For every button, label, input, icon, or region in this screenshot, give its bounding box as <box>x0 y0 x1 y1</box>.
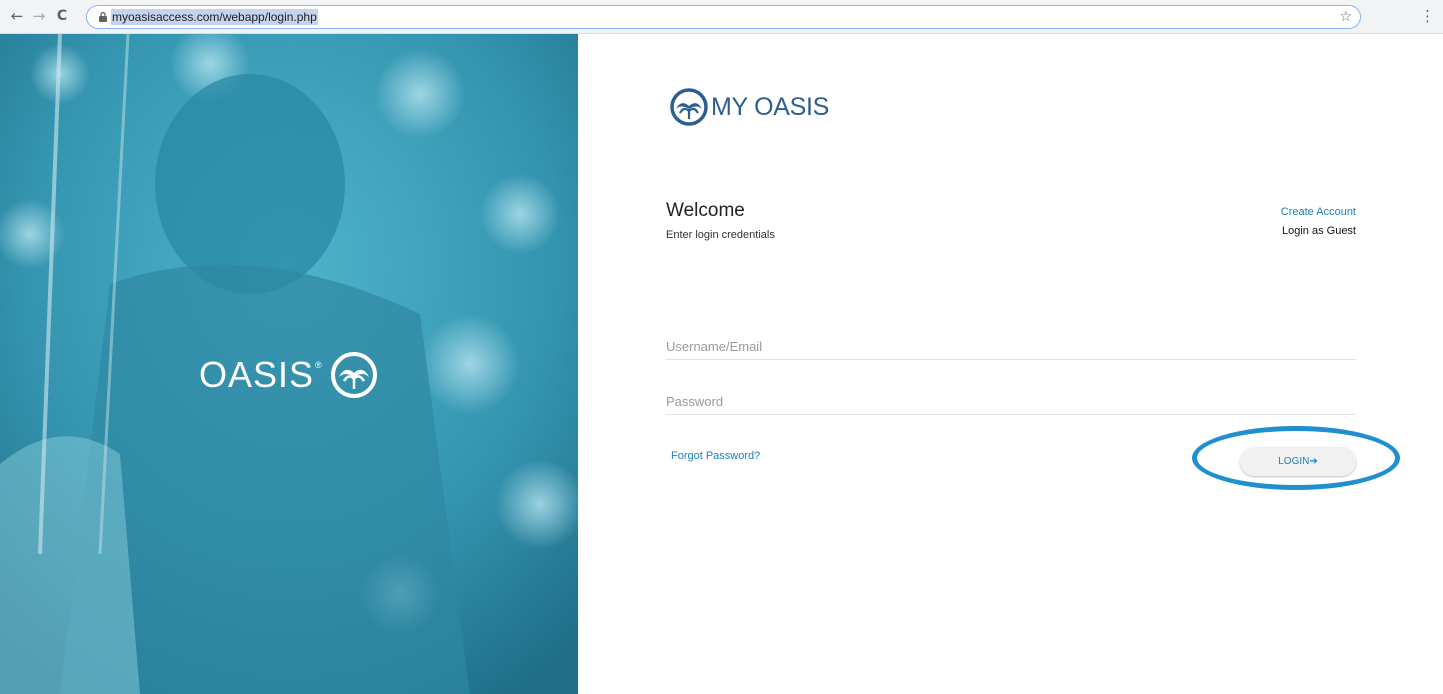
hero-brand: OASIS ® <box>199 352 378 398</box>
bookmark-star-icon[interactable]: ☆ <box>1339 9 1352 25</box>
login-as-guest-link[interactable]: Login as Guest <box>1282 225 1356 237</box>
username-email-input[interactable] <box>666 333 1356 360</box>
oasis-palm-logo-icon <box>670 88 708 126</box>
forward-icon[interactable]: → <box>30 7 48 25</box>
password-input[interactable] <box>666 388 1356 415</box>
forgot-password-link[interactable]: Forgot Password? <box>671 450 760 462</box>
welcome-title: Welcome <box>666 200 745 221</box>
hero-brand-word: OASIS <box>199 354 315 395</box>
oasis-palm-logo-icon <box>330 352 377 398</box>
login-button[interactable]: LOGIN➔ <box>1240 447 1356 476</box>
registered-mark: ® <box>315 360 322 370</box>
url-text[interactable]: myoasisaccess.com/webapp/login.php <box>111 9 318 25</box>
address-bar[interactable]: myoasisaccess.com/webapp/login.php ☆ <box>86 5 1361 29</box>
brand-header: MY OASIS <box>669 87 829 127</box>
lock-icon <box>99 12 107 22</box>
back-icon[interactable]: ← <box>8 7 26 25</box>
browser-menu-icon[interactable]: ⋮ <box>1420 7 1435 25</box>
hero-photo-panel: OASIS ® <box>0 34 578 694</box>
welcome-subtitle: Enter login credentials <box>666 229 775 241</box>
browser-toolbar: ← → C myoasisaccess.com/webapp/login.php… <box>0 0 1443 34</box>
reload-icon[interactable]: C <box>53 7 71 25</box>
brand-name: MY OASIS <box>711 92 830 121</box>
create-account-link[interactable]: Create Account <box>1281 206 1356 218</box>
